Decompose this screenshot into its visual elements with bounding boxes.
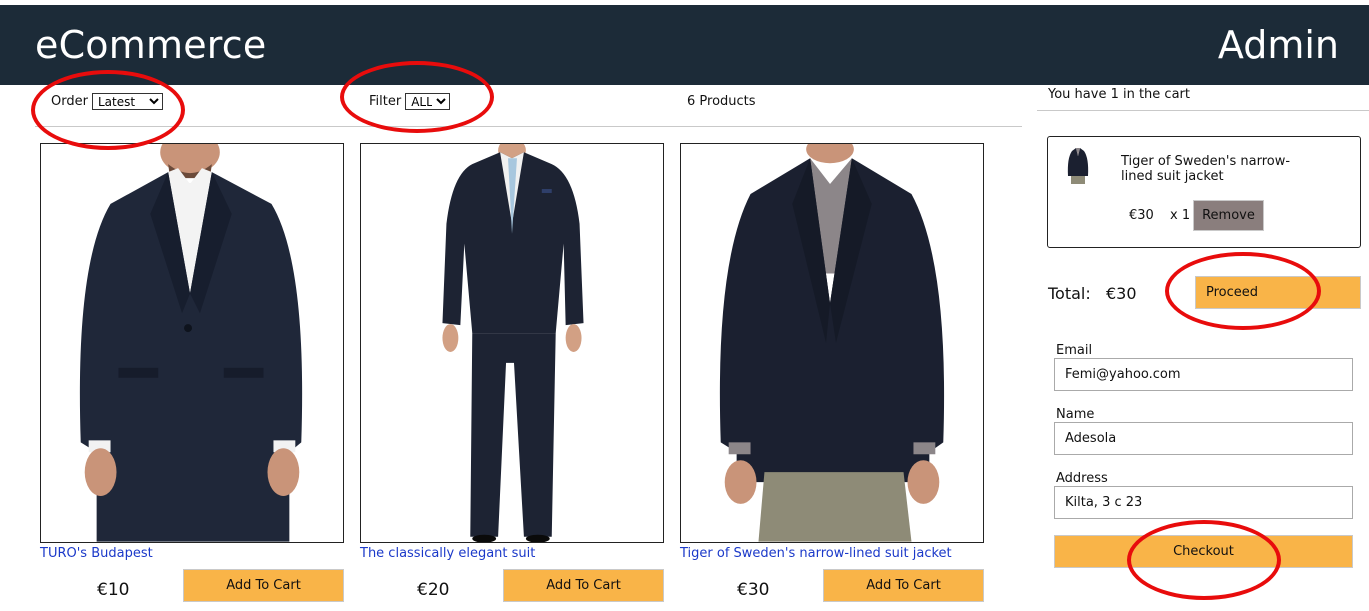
cart-item-price: €30 xyxy=(1129,208,1154,223)
filter-control: Filter ALL xyxy=(369,93,451,110)
address-field[interactable] xyxy=(1054,486,1353,519)
jacket-khaki-icon xyxy=(681,144,983,542)
add-to-cart-button[interactable]: Add To Cart xyxy=(823,569,984,602)
address-label: Address xyxy=(1056,471,1108,486)
add-to-cart-button[interactable]: Add To Cart xyxy=(183,569,344,602)
product-price: €30 xyxy=(737,580,770,600)
total-value: €30 xyxy=(1106,284,1137,303)
product-price: €20 xyxy=(417,580,450,600)
cart-item: Tiger of Sweden's narrow-lined suit jack… xyxy=(1047,136,1361,248)
cart-item-quantity: x 1 xyxy=(1170,208,1191,223)
order-label: Order xyxy=(51,94,88,109)
product-card: TURO's Budapest €10 Add To Cart xyxy=(40,143,344,602)
product-card: Tiger of Sweden's narrow-lined suit jack… xyxy=(680,143,984,602)
cart-item-thumbnail-icon xyxy=(1067,148,1089,184)
name-label: Name xyxy=(1056,407,1095,422)
jacket-khaki-image[interactable] xyxy=(680,143,984,543)
order-select[interactable]: Latest xyxy=(91,93,163,110)
product-count: 6 Products xyxy=(687,94,756,109)
remove-button[interactable]: Remove xyxy=(1193,200,1264,231)
product-title-link[interactable]: The classically elegant suit xyxy=(360,546,535,561)
email-label: Email xyxy=(1056,343,1093,358)
add-to-cart-button[interactable]: Add To Cart xyxy=(503,569,664,602)
cart-summary: You have 1 in the cart xyxy=(1037,86,1369,111)
top-header: eCommerce Admin xyxy=(0,5,1369,85)
cart-item-title: Tiger of Sweden's narrow-lined suit jack… xyxy=(1121,154,1291,184)
email-field[interactable] xyxy=(1054,358,1353,391)
product-price: €10 xyxy=(97,580,130,600)
name-field[interactable] xyxy=(1054,422,1353,455)
admin-link[interactable]: Admin xyxy=(1218,23,1339,67)
product-card: The classically elegant suit €20 Add To … xyxy=(360,143,664,602)
proceed-button[interactable]: Proceed xyxy=(1195,276,1361,309)
filter-bar: Order Latest Filter ALL 6 Products xyxy=(35,86,1022,127)
checkout-button[interactable]: Checkout xyxy=(1054,535,1353,568)
full-suit-icon xyxy=(361,144,663,542)
navy-suit-jacket-icon xyxy=(41,144,343,542)
filter-label: Filter xyxy=(369,94,402,109)
full-suit-image[interactable] xyxy=(360,143,664,543)
brand-logo[interactable]: eCommerce xyxy=(35,23,266,67)
product-title-link[interactable]: Tiger of Sweden's narrow-lined suit jack… xyxy=(680,546,952,561)
product-title-link[interactable]: TURO's Budapest xyxy=(40,546,153,561)
navy-suit-jacket-image[interactable] xyxy=(40,143,344,543)
order-control: Order Latest xyxy=(51,93,163,110)
filter-select[interactable]: ALL xyxy=(405,93,451,110)
total-label: Total: xyxy=(1048,284,1091,303)
